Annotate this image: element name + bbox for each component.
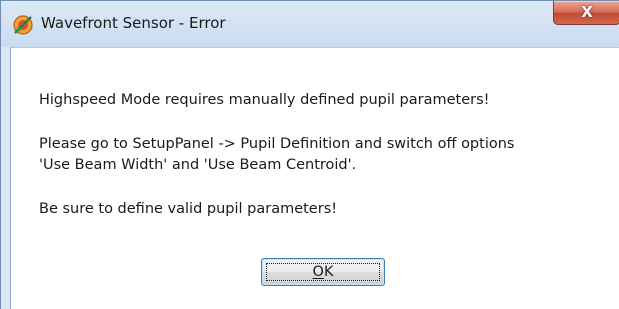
- close-icon: X: [581, 3, 593, 21]
- ok-button-label: OK: [262, 259, 384, 285]
- message-line-4: Be sure to define valid pupil parameters…: [39, 201, 338, 217]
- app-icon: [13, 15, 33, 35]
- message-line-1: Highspeed Mode requires manually defined…: [39, 92, 490, 108]
- window-title: Wavefront Sensor - Error: [41, 14, 226, 32]
- ok-label-rest: K: [323, 264, 334, 280]
- ok-button[interactable]: OK: [261, 258, 385, 286]
- ok-mnemonic: O: [312, 264, 324, 280]
- message-line-2: Please go to SetupPanel -> Pupil Definit…: [39, 136, 515, 152]
- dialog-content: Highspeed Mode requires manually defined…: [10, 47, 619, 309]
- title-bar[interactable]: Wavefront Sensor - Error X: [1, 1, 619, 47]
- close-button[interactable]: X: [553, 1, 619, 25]
- error-dialog-window: Wavefront Sensor - Error X Highspeed Mod…: [0, 0, 619, 309]
- message-line-3: 'Use Beam Width' and 'Use Beam Centroid'…: [39, 157, 357, 173]
